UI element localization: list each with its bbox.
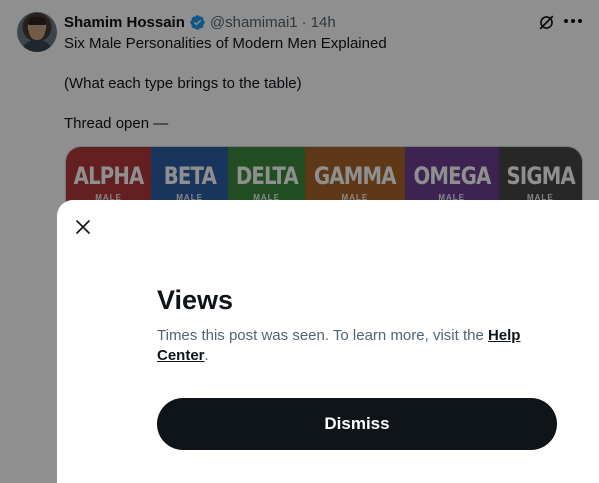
views-modal: Views Times this post was seen. To learn… (57, 200, 599, 483)
modal-description: Times this post was seen. To learn more,… (157, 326, 547, 366)
modal-title: Views (157, 285, 234, 315)
description-suffix: . (204, 347, 209, 364)
description-text: Times this post was seen. To learn more,… (157, 327, 488, 344)
dismiss-button[interactable]: Dismiss (157, 398, 557, 450)
close-icon (76, 220, 90, 234)
close-button[interactable] (71, 215, 95, 239)
